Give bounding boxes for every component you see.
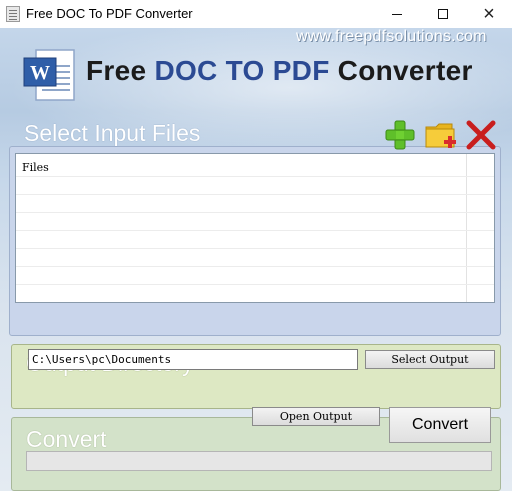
svg-text:W: W (30, 62, 50, 84)
title-bar: Free DOC To PDF Converter × (0, 0, 512, 28)
app-title: Free DOC TO PDF Converter (86, 55, 473, 87)
open-output-button[interactable]: Open Output (252, 407, 380, 426)
select-output-button[interactable]: Select Output (365, 350, 495, 369)
app-window: www.freepdfsolutions.com W Free DOC TO P… (0, 28, 512, 491)
input-section-title: Select Input Files (24, 120, 201, 146)
progress-bar (26, 451, 492, 471)
output-path-field[interactable]: C:\Users\pc\Documents (28, 349, 358, 370)
title-converter: Converter (329, 55, 473, 86)
minimize-icon (392, 13, 402, 15)
website-link[interactable]: www.freepdfsolutions.com (296, 28, 487, 46)
close-icon: × (483, 3, 495, 25)
window-title: Free DOC To PDF Converter (26, 6, 193, 21)
convert-button[interactable]: Convert (389, 407, 491, 443)
list-grid-line (16, 194, 494, 195)
list-grid-line (16, 230, 494, 231)
title-free: Free (86, 55, 155, 86)
title-doc-to-pdf: DOC TO PDF (154, 55, 330, 86)
maximize-icon (438, 9, 448, 19)
word-document-logo: W (23, 49, 75, 101)
file-list[interactable]: Files (15, 153, 495, 303)
maximize-button[interactable] (421, 0, 465, 28)
plus-icon[interactable] (383, 118, 417, 152)
close-button[interactable]: × (467, 0, 511, 28)
list-grid-line (16, 248, 494, 249)
list-grid-line (16, 212, 494, 213)
minimize-button[interactable] (375, 0, 419, 28)
folder-add-icon[interactable] (424, 118, 458, 152)
document-icon (6, 6, 20, 22)
red-x-icon[interactable] (464, 118, 498, 152)
convert-section-title: Convert (26, 426, 107, 452)
file-list-header: Files (22, 161, 49, 174)
list-grid-line (16, 266, 494, 267)
list-grid-line (16, 176, 494, 177)
list-grid-line (16, 284, 494, 285)
